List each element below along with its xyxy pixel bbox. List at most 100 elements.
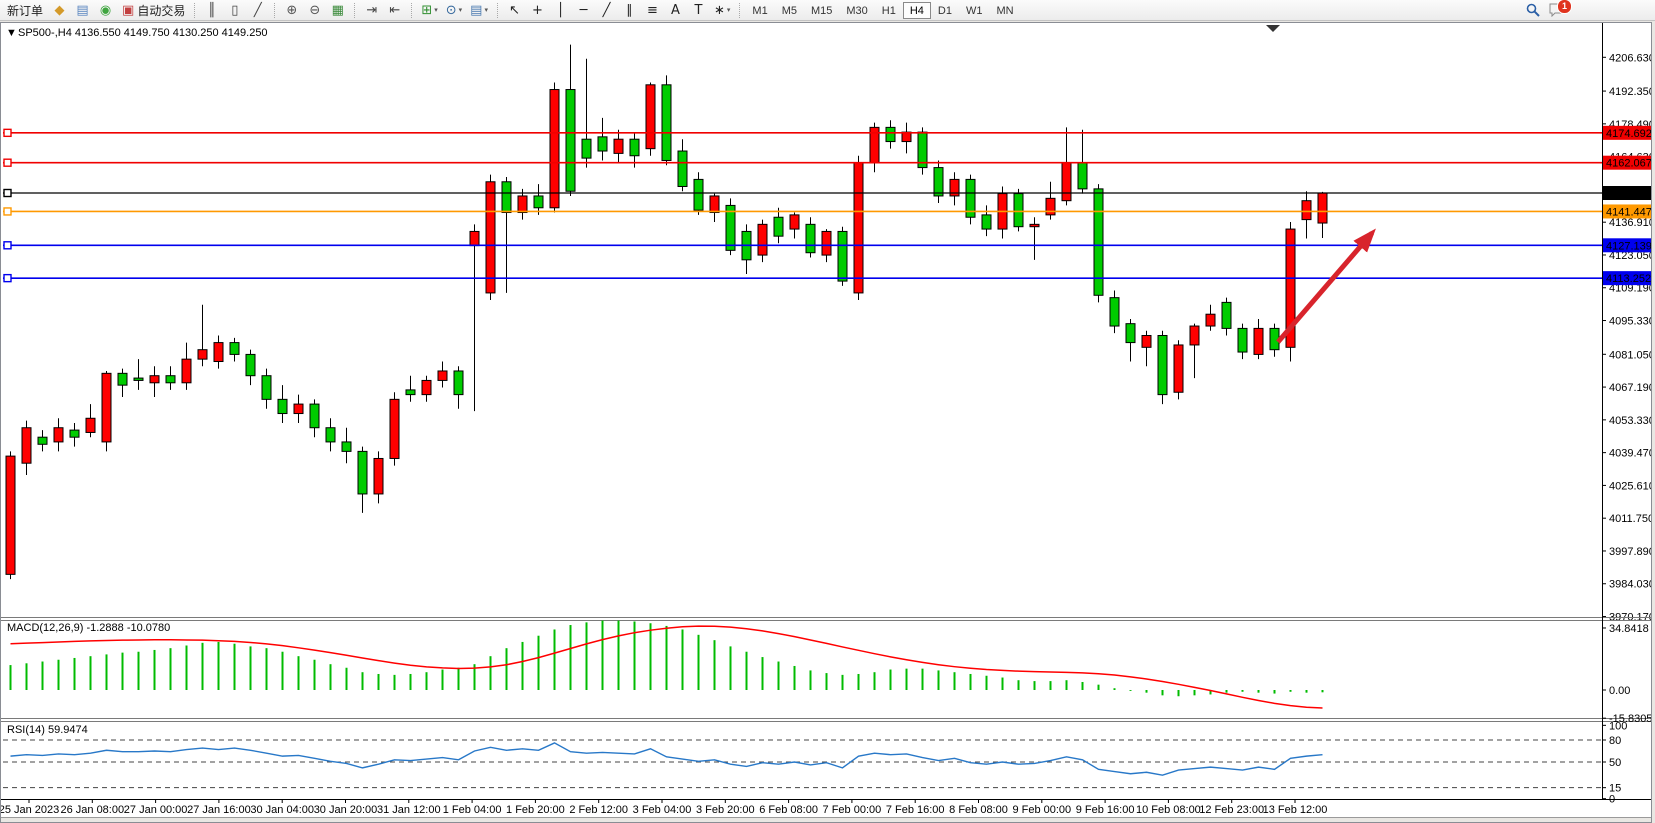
timeframe-button-M1[interactable]: M1 — [745, 2, 774, 19]
svg-text:1 Feb 20:00: 1 Feb 20:00 — [506, 804, 565, 816]
candle — [1030, 224, 1039, 226]
svg-text:7 Feb 00:00: 7 Feb 00:00 — [823, 804, 882, 816]
chat-button[interactable]: 1 — [1545, 1, 1568, 20]
svg-text:2 Feb 12:00: 2 Feb 12:00 — [569, 804, 628, 816]
line-anchor-square[interactable] — [4, 190, 11, 197]
channel-button[interactable]: ∥ — [618, 1, 641, 20]
line-anchor-square[interactable] — [4, 129, 11, 136]
candle — [550, 90, 559, 208]
candle — [502, 182, 511, 213]
timeframe-button-D1[interactable]: D1 — [931, 2, 959, 19]
candle — [1094, 189, 1103, 295]
cursor-button[interactable]: ↖ — [503, 1, 526, 20]
candle — [662, 85, 671, 161]
chart-collapse-icon[interactable]: ▼ — [6, 27, 17, 39]
line-anchor-square[interactable] — [4, 275, 11, 282]
candle — [534, 196, 543, 208]
candle — [1190, 326, 1199, 345]
line-anchor-square[interactable] — [4, 242, 11, 249]
candle — [1062, 163, 1071, 201]
zoom-in-button[interactable]: ⊕ — [280, 1, 303, 20]
line-chart-icon: ╱ — [254, 4, 262, 17]
timeframe-button-M15[interactable]: M15 — [804, 2, 839, 19]
candle-chart-button[interactable]: ▯ — [223, 1, 246, 20]
new-order-button[interactable]: 新订单 — [3, 1, 47, 20]
svg-text:1 Feb 04:00: 1 Feb 04:00 — [443, 804, 502, 816]
timeframe-button-H4[interactable]: H4 — [903, 2, 931, 19]
svg-text:3984.030: 3984.030 — [1609, 579, 1652, 591]
toolbar-separator — [354, 3, 355, 18]
toolbar-separator — [274, 3, 275, 18]
candle — [838, 231, 847, 281]
svg-text:4113.252: 4113.252 — [1606, 273, 1651, 285]
svg-text:27 Jan 00:00: 27 Jan 00:00 — [124, 804, 188, 816]
timeframe-button-M5[interactable]: M5 — [775, 2, 804, 19]
chart-settings-button[interactable]: ▤▾ — [466, 1, 492, 20]
label-button[interactable]: T — [687, 1, 710, 20]
svg-text:50: 50 — [1609, 757, 1621, 769]
toolbar-separator — [739, 3, 740, 18]
periods-icon: ⊙ — [446, 4, 457, 17]
candle — [1206, 314, 1215, 326]
search-button[interactable] — [1521, 1, 1544, 20]
candle — [1126, 324, 1135, 343]
candle — [134, 378, 143, 380]
candle — [230, 343, 239, 355]
horizontal-line-button[interactable]: ─ — [572, 1, 595, 20]
auto-scroll-button[interactable]: ⇤ — [383, 1, 406, 20]
trendline-button[interactable]: ╱ — [595, 1, 618, 20]
timeframe-button-MN[interactable]: MN — [989, 2, 1020, 19]
trade-accounts-button[interactable]: ▤ — [71, 1, 94, 20]
candle — [1222, 302, 1231, 328]
candle — [598, 137, 607, 151]
new-template-button[interactable]: ⊞▾ — [417, 1, 441, 20]
candle — [854, 163, 863, 293]
signals-button[interactable]: ◉ — [94, 1, 117, 20]
notification-badge: 1 — [1557, 0, 1572, 14]
candle — [6, 456, 15, 574]
svg-text:4174.692: 4174.692 — [1606, 128, 1652, 140]
crosshair-button[interactable]: + — [526, 1, 549, 20]
svg-text:4081.050: 4081.050 — [1609, 349, 1652, 361]
candle — [422, 380, 431, 394]
svg-text:4039.470: 4039.470 — [1609, 448, 1652, 460]
candle — [262, 376, 271, 400]
periods-button[interactable]: ⊙▾ — [442, 1, 466, 20]
candle — [1078, 163, 1087, 189]
candle — [70, 430, 79, 437]
line-chart-button[interactable]: ╱ — [246, 1, 269, 20]
timeframe-button-M30[interactable]: M30 — [839, 2, 874, 19]
text-button[interactable]: A — [664, 1, 687, 20]
vertical-line-button[interactable]: │ — [549, 1, 572, 20]
tile-windows-button[interactable]: ▦ — [326, 1, 349, 20]
candle — [582, 139, 591, 158]
fibonacci-button[interactable]: ≡ — [641, 1, 664, 20]
svg-text:4206.630: 4206.630 — [1609, 52, 1652, 64]
candle — [454, 371, 463, 395]
zoom-out-button[interactable]: ⊖ — [303, 1, 326, 20]
timeframe-button-H1[interactable]: H1 — [875, 2, 903, 19]
channel-icon: ∥ — [626, 4, 633, 17]
line-anchor-square[interactable] — [4, 159, 11, 166]
autotrading-button[interactable]: ▣ 自动交易 — [118, 1, 189, 20]
svg-text:0.00: 0.00 — [1609, 685, 1630, 697]
candle — [806, 224, 815, 252]
svg-text:4053.330: 4053.330 — [1609, 415, 1652, 427]
zoom-in-icon: ⊕ — [286, 4, 297, 17]
svg-text:10 Feb 08:00: 10 Feb 08:00 — [1136, 804, 1201, 816]
svg-text:31 Jan 12:00: 31 Jan 12:00 — [377, 804, 441, 816]
candle — [470, 231, 479, 245]
toolbar-separator — [194, 3, 195, 18]
bar-chart-button[interactable]: ║ — [200, 1, 223, 20]
candle — [1318, 193, 1327, 223]
fibonacci-icon: ≡ — [647, 4, 658, 17]
search-icon — [1526, 3, 1540, 17]
seal-button[interactable]: ◆ — [48, 1, 71, 20]
shapes-button[interactable]: ∗▾ — [710, 1, 734, 20]
timeframe-button-W1[interactable]: W1 — [959, 2, 990, 19]
shift-end-button[interactable]: ⇥ — [360, 1, 383, 20]
candle — [774, 217, 783, 236]
line-anchor-square[interactable] — [4, 208, 11, 215]
chart-area[interactable]: 4206.6304192.3504178.4904164.6304150.770… — [0, 22, 1652, 823]
candle — [278, 399, 287, 413]
